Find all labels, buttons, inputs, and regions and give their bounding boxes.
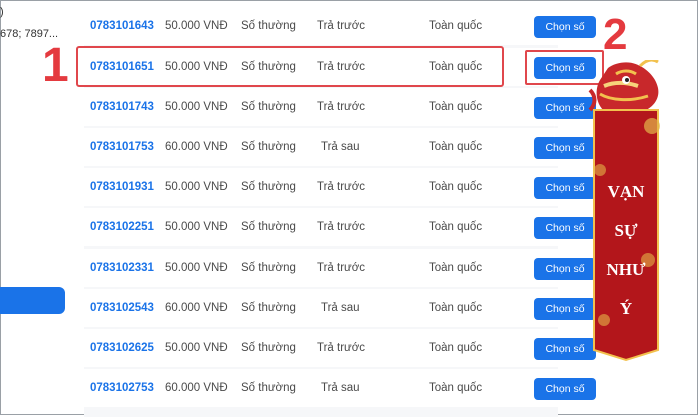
- price: 50.000 VNĐ: [165, 262, 228, 274]
- left-blue-button[interactable]: [0, 287, 65, 314]
- left-text-line1: ): [0, 6, 4, 18]
- phone-number-link[interactable]: 0783102753: [90, 369, 154, 407]
- step-2-marker: 2: [603, 10, 628, 59]
- coverage-area: Toàn quốc: [429, 20, 483, 32]
- number-kind: Số thường: [241, 302, 296, 314]
- number-kind: Số thường: [241, 181, 296, 193]
- payment-type: Trả sau: [321, 302, 360, 314]
- payment-type: Trả sau: [321, 141, 360, 153]
- coverage-area: Toàn quốc: [429, 382, 483, 394]
- highlight-row-box: [76, 46, 504, 87]
- banner-text-line4: Ý: [620, 299, 632, 318]
- coverage-area: Toàn quốc: [429, 101, 483, 113]
- dragon-icon: [588, 60, 659, 112]
- price: 50.000 VNĐ: [165, 101, 228, 113]
- price: 50.000 VNĐ: [165, 342, 228, 354]
- phone-number-link[interactable]: 0783101753: [90, 128, 154, 166]
- payment-type: Trả trước: [317, 20, 366, 32]
- table-row: 0783101753 60.000 VNĐ Số thường Trả sau …: [84, 128, 558, 166]
- table-row: 0783102331 50.000 VNĐ Số thường Trả trướ…: [84, 249, 558, 287]
- step-1-marker: 1: [42, 39, 69, 92]
- number-kind: Số thường: [241, 262, 296, 274]
- number-kind: Số thường: [241, 101, 296, 113]
- table-row: 0783102251 50.000 VNĐ Số thường Trả trướ…: [84, 208, 558, 246]
- payment-type: Trả trước: [317, 221, 366, 233]
- phone-number-link[interactable]: 0783102331: [90, 249, 154, 287]
- dragon-banner-icon: VẠN SỰ NHƯ Ý: [588, 60, 660, 362]
- payment-type: Trả trước: [317, 101, 366, 113]
- coverage-area: Toàn quốc: [429, 181, 483, 193]
- coverage-area: Toàn quốc: [429, 302, 483, 314]
- number-kind: Số thường: [241, 20, 296, 32]
- phone-number-link[interactable]: 0783102625: [90, 329, 154, 367]
- table-row: 0783101931 50.000 VNĐ Số thường Trả trướ…: [84, 168, 558, 206]
- phone-number-link[interactable]: 0783101743: [90, 88, 154, 126]
- payment-type: Trả trước: [317, 262, 366, 274]
- table-row: 0783101743 50.000 VNĐ Số thường Trả trướ…: [84, 88, 558, 126]
- table-row: 0783102543 60.000 VNĐ Số thường Trả sau …: [84, 289, 558, 327]
- number-kind: Số thường: [241, 382, 296, 394]
- price: 60.000 VNĐ: [165, 141, 228, 153]
- price: 50.000 VNĐ: [165, 181, 228, 193]
- price: 50.000 VNĐ: [165, 20, 228, 32]
- banner-text-line3: NHƯ: [606, 260, 646, 279]
- coverage-area: Toàn quốc: [429, 141, 483, 153]
- number-kind: Số thường: [241, 342, 296, 354]
- choose-number-button[interactable]: Chọn số: [534, 16, 596, 38]
- phone-number-link[interactable]: 0783102251: [90, 208, 154, 246]
- payment-type: Trả trước: [317, 181, 366, 193]
- phone-number-link[interactable]: 0783102543: [90, 289, 154, 327]
- price: 60.000 VNĐ: [165, 382, 228, 394]
- banner-text-line2: SỰ: [615, 221, 638, 240]
- price: 60.000 VNĐ: [165, 302, 228, 314]
- coverage-area: Toàn quốc: [429, 262, 483, 274]
- payment-type: Trả sau: [321, 382, 360, 394]
- number-kind: Số thường: [241, 221, 296, 233]
- table-row: 0783102625 50.000 VNĐ Số thường Trả trướ…: [84, 329, 558, 367]
- table-row: 0783101643 50.000 VNĐ Số thường Trả trướ…: [84, 7, 558, 45]
- banner-text-line1: VẠN: [608, 182, 646, 201]
- number-kind: Số thường: [241, 141, 296, 153]
- payment-type: Trả trước: [317, 342, 366, 354]
- coverage-area: Toàn quốc: [429, 221, 483, 233]
- coverage-area: Toàn quốc: [429, 342, 483, 354]
- phone-number-link[interactable]: 0783101643: [90, 7, 154, 45]
- price: 50.000 VNĐ: [165, 221, 228, 233]
- table-row: 0783102753 60.000 VNĐ Số thường Trả sau …: [84, 369, 558, 407]
- phone-number-link[interactable]: 0783101931: [90, 168, 154, 206]
